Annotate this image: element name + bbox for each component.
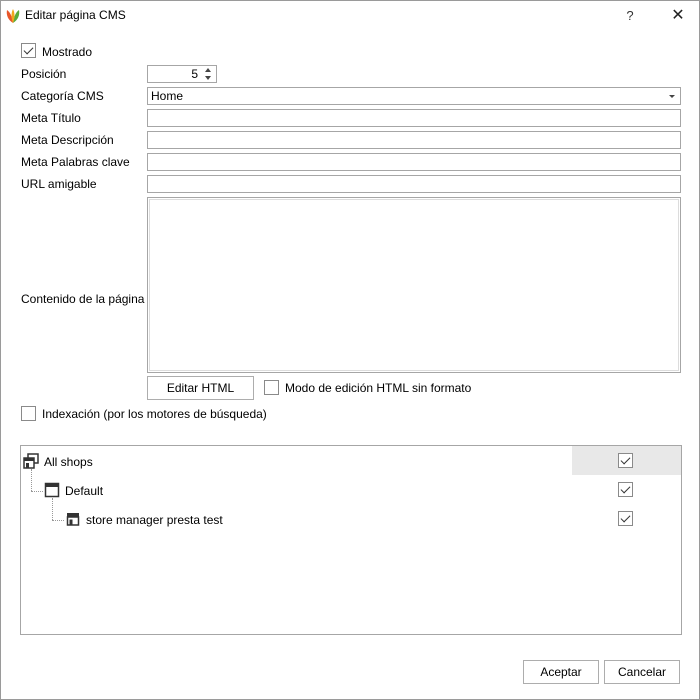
category-value: Home (151, 89, 184, 103)
spin-down-icon[interactable] (205, 76, 211, 80)
tree-row-default[interactable]: Default (21, 475, 681, 504)
shops-tree: All shops Default store manager presta t… (20, 445, 682, 635)
cancel-button[interactable]: Cancelar (604, 660, 680, 684)
window-icon (44, 482, 60, 498)
app-logo-icon (6, 9, 20, 23)
position-spinner[interactable]: 5 (147, 65, 217, 83)
tree-row-all-shops[interactable]: All shops (21, 446, 681, 475)
edit-cms-page-dialog: Editar página CMS ? ✕ Mostrado Posición … (0, 0, 700, 700)
title-bar: Editar página CMS ? ✕ (1, 1, 699, 31)
tree-row-store[interactable]: store manager presta test (21, 504, 681, 533)
spin-up-icon[interactable] (205, 68, 211, 72)
window-title: Editar página CMS (25, 8, 126, 22)
indexation-label: Indexación (por los motores de búsqueda) (42, 407, 267, 421)
meta-keywords-label: Meta Palabras clave (21, 155, 130, 169)
shown-checkbox[interactable] (21, 43, 36, 58)
default-checkbox[interactable] (618, 482, 633, 497)
meta-title-label: Meta Título (21, 111, 81, 125)
meta-title-input[interactable] (147, 109, 681, 127)
store-checkbox[interactable] (618, 511, 633, 526)
shop-group-icon (23, 453, 39, 469)
content-label: Contenido de la página (21, 292, 145, 306)
tree-label-all-shops: All shops (44, 455, 93, 469)
tree-label-store: store manager presta test (86, 513, 223, 527)
position-label: Posición (21, 67, 67, 81)
spin-arrows[interactable] (204, 67, 214, 82)
category-select[interactable]: Home (147, 87, 681, 105)
shown-label: Mostrado (42, 45, 93, 59)
indexation-checkbox[interactable] (21, 406, 36, 421)
content-textarea[interactable] (147, 197, 681, 373)
close-button[interactable]: ✕ (661, 4, 695, 28)
friendly-url-label: URL amigable (21, 177, 97, 191)
help-button[interactable]: ? (615, 4, 645, 28)
raw-html-mode-checkbox[interactable] (264, 380, 279, 395)
all-shops-checkbox[interactable] (618, 453, 633, 468)
friendly-url-input[interactable] (147, 175, 681, 193)
chevron-down-icon[interactable] (669, 95, 675, 98)
meta-description-input[interactable] (147, 131, 681, 149)
position-value: 5 (191, 67, 198, 81)
content-text (149, 199, 679, 371)
raw-html-mode-label: Modo de edición HTML sin formato (285, 381, 472, 395)
tree-label-default: Default (65, 484, 104, 498)
store-icon (66, 513, 80, 526)
category-label: Categoría CMS (21, 89, 104, 103)
accept-button[interactable]: Aceptar (523, 660, 599, 684)
edit-html-button[interactable]: Editar HTML (147, 376, 254, 400)
meta-description-label: Meta Descripción (21, 133, 114, 147)
meta-keywords-input[interactable] (147, 153, 681, 171)
